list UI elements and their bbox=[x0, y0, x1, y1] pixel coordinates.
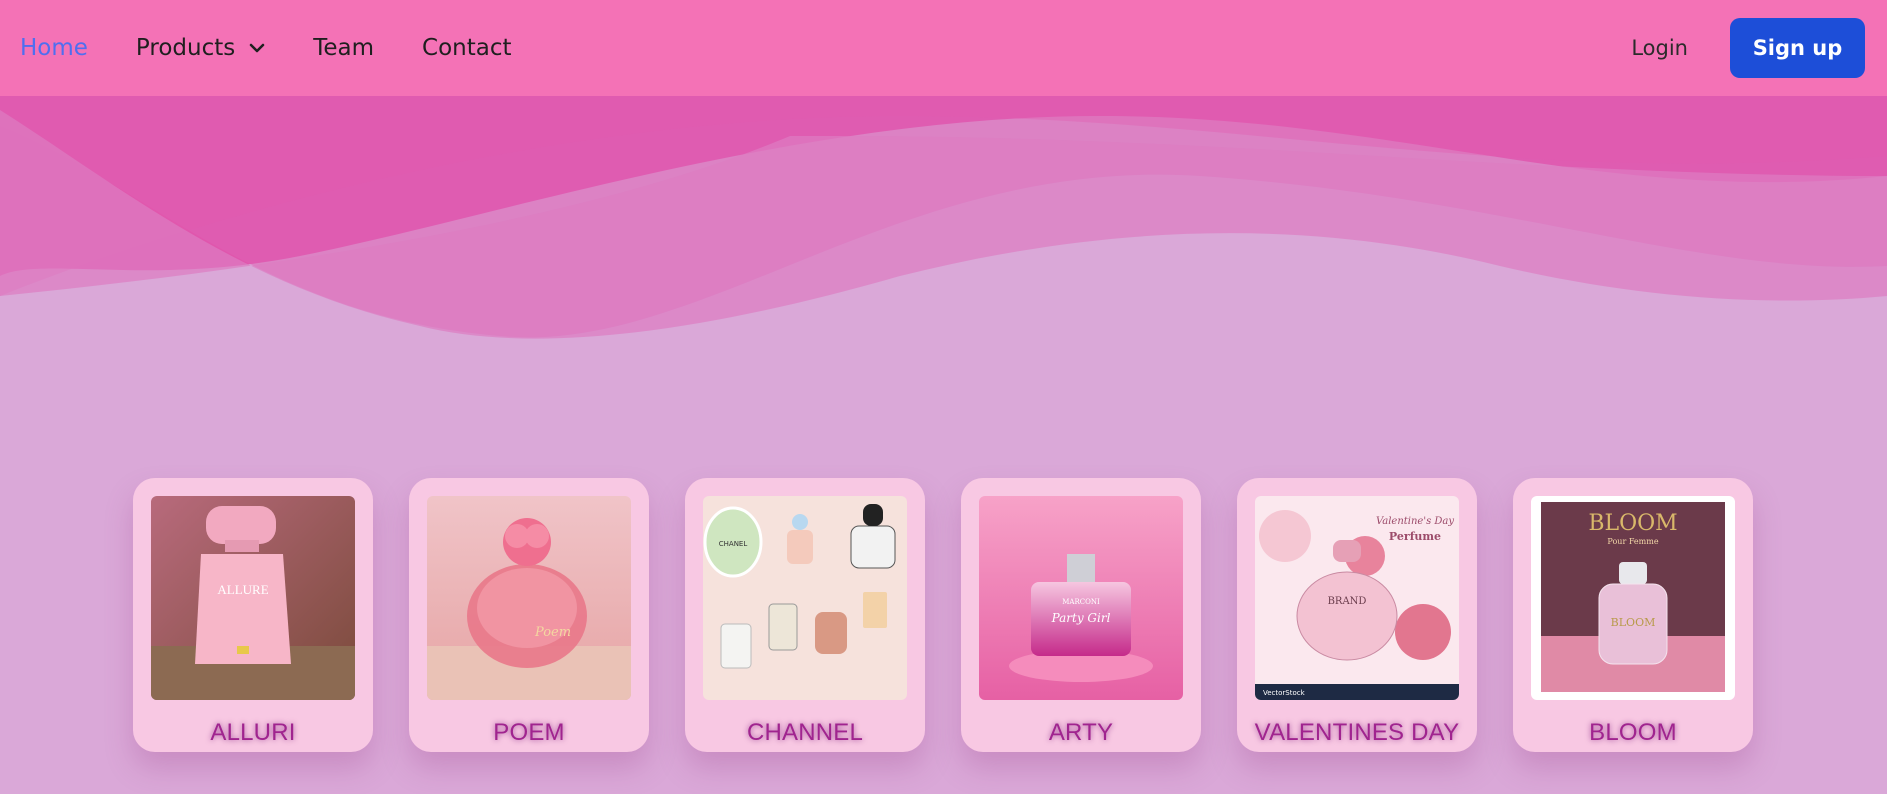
nav-products-dropdown[interactable]: Products bbox=[136, 35, 265, 61]
product-name: VALENTINES DAY bbox=[1254, 719, 1460, 746]
product-card-bloom[interactable]: BLOOM Pour Femme BLOOM BLOOM bbox=[1513, 478, 1753, 752]
product-image: BLOOM Pour Femme BLOOM bbox=[1531, 496, 1735, 700]
svg-text:BLOOM: BLOOM bbox=[1588, 511, 1677, 536]
svg-text:BLOOM: BLOOM bbox=[1611, 616, 1656, 629]
product-card-alluri[interactable]: ALLURE ALLURI bbox=[133, 478, 373, 752]
product-name: CHANNEL bbox=[746, 719, 864, 746]
nav-products-label: Products bbox=[135, 35, 236, 61]
nav-contact-link[interactable]: Contact bbox=[422, 35, 511, 61]
product-image: CHANEL bbox=[703, 496, 907, 700]
product-name: ARTY bbox=[1048, 719, 1114, 746]
svg-text:Perfume: Perfume bbox=[1389, 530, 1441, 543]
product-card-valentines-day[interactable]: Valentine's Day Perfume BRAND VectorStoc… bbox=[1237, 478, 1477, 752]
product-grid: ALLURE ALLURI Poem POEM CHANEL CHANNEL M… bbox=[133, 478, 1753, 752]
svg-text:BRAND: BRAND bbox=[1328, 596, 1367, 607]
svg-text:Party Girl: Party Girl bbox=[1051, 611, 1111, 625]
top-navbar: Home Products Team Contact Login Sign up bbox=[0, 0, 1887, 96]
product-card-channel[interactable]: CHANEL CHANNEL bbox=[685, 478, 925, 752]
svg-text:Pour Femme: Pour Femme bbox=[1607, 537, 1658, 546]
product-image: Valentine's Day Perfume BRAND VectorStoc… bbox=[1255, 496, 1459, 700]
signup-button[interactable]: Sign up bbox=[1730, 18, 1865, 78]
product-name: POEM bbox=[493, 719, 565, 746]
svg-text:ALLURE: ALLURE bbox=[217, 582, 268, 597]
product-name: ALLURI bbox=[210, 719, 296, 746]
login-link[interactable]: Login bbox=[1631, 36, 1688, 60]
product-image: ALLURE bbox=[151, 496, 355, 700]
svg-text:Valentine's Day: Valentine's Day bbox=[1376, 516, 1454, 527]
product-name: BLOOM bbox=[1589, 719, 1677, 746]
product-image: MARCONI Party Girl bbox=[979, 496, 1183, 700]
svg-text:CHANEL: CHANEL bbox=[719, 540, 748, 548]
hero-wave-background bbox=[0, 96, 1887, 436]
nav-home-link[interactable]: Home bbox=[20, 35, 88, 61]
nav-team-link[interactable]: Team bbox=[313, 35, 374, 61]
svg-text:Poem: Poem bbox=[534, 625, 571, 640]
chevron-down-icon bbox=[249, 43, 265, 53]
svg-text:VectorStock: VectorStock bbox=[1263, 689, 1306, 697]
svg-text:MARCONI: MARCONI bbox=[1062, 598, 1100, 606]
nav-auth-group: Login Sign up bbox=[1631, 18, 1867, 78]
product-image: Poem bbox=[427, 496, 631, 700]
product-card-poem[interactable]: Poem POEM bbox=[409, 478, 649, 752]
product-card-arty[interactable]: MARCONI Party Girl ARTY bbox=[961, 478, 1201, 752]
